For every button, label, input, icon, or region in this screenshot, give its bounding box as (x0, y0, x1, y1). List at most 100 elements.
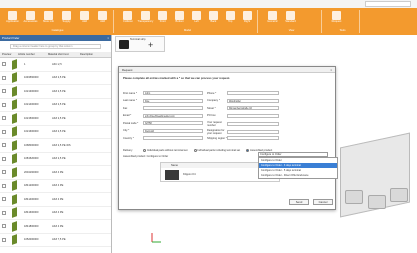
radio-parts-without[interactable]: Individual parts without terminal set (143, 149, 188, 152)
table-row[interactable]: 2004160000 AKZ 4 PE (0, 166, 111, 180)
more-info-button[interactable]: More info (41, 11, 56, 24)
standard-button[interactable]: Standard (283, 11, 298, 24)
table-row[interactable]: 1841600000 AKZ 4 PE (0, 207, 111, 220)
field-input[interactable] (227, 129, 279, 134)
enclosure-thumb-icon (165, 169, 179, 180)
table-row[interactable]: 1841800000 AKZ 4 PE (0, 220, 111, 234)
row-checkbox[interactable] (2, 116, 6, 121)
form-field: Phone * (207, 91, 279, 95)
row-checkbox[interactable] (2, 143, 6, 148)
material-text: AKZ 7,5 PE (52, 238, 66, 242)
field-input[interactable] (227, 136, 279, 140)
group-by-bar[interactable]: Drag a column header here to group by th… (10, 44, 101, 49)
close-icon[interactable]: × (107, 36, 109, 40)
row-checkbox[interactable] (2, 183, 6, 188)
cube-icon (208, 11, 218, 20)
row-checkbox[interactable] (2, 89, 6, 94)
tab-terminal-strip[interactable]: Terminal strip + (115, 36, 165, 52)
row-checkbox[interactable] (2, 62, 6, 67)
col-description[interactable]: Description (78, 53, 108, 56)
ribbon-group-view: Isometric Standard View (262, 10, 322, 33)
col-article[interactable]: Article number (16, 53, 46, 56)
form-field: Your request number (207, 121, 279, 127)
search-box[interactable] (365, 1, 411, 7)
table-row[interactable]: 1068000000 AKZ 2,5 PE /DS (0, 139, 111, 153)
application-button[interactable]: Application (5, 11, 20, 24)
table-row[interactable]: 1049560000 AKZ 2,5 PE (0, 72, 111, 85)
field-input[interactable]: 32758 (143, 121, 203, 125)
field-input[interactable]: john.Doe@weidmueller.com (143, 113, 203, 118)
send-button[interactable]: Send (289, 199, 309, 205)
field-label: Phone * (207, 91, 217, 95)
cable-gland (390, 188, 408, 202)
article-number: 1 (24, 62, 26, 66)
cancel-button[interactable]: Cancel (313, 199, 333, 205)
back-view-button[interactable]: Back (206, 11, 220, 24)
row-checkbox[interactable] (2, 237, 6, 242)
collision-button[interactable]: Collision (121, 11, 135, 24)
left-view-button[interactable]: Left (190, 11, 204, 24)
article-number: 1068000000 (24, 143, 39, 147)
field-input[interactable]: Weidmüller (227, 98, 279, 103)
row-checkbox[interactable] (2, 129, 6, 134)
article-number: 1021600000 (24, 130, 39, 134)
article-number: 1021500000 (24, 116, 39, 120)
bottom-view-button[interactable]: Bottom (173, 11, 187, 24)
collision-icon (123, 11, 133, 20)
right-view-button[interactable]: Right (240, 11, 254, 24)
material-text: AKZ 2,5 PE (52, 89, 66, 93)
table-row[interactable]: 1081520000 AKZ 2,5 PE (0, 153, 111, 166)
field-input[interactable]: Doe (143, 98, 203, 103)
table-row[interactable]: 1841400000 AKZ 4 PE (0, 193, 111, 207)
table-row[interactable]: 1052000000 AKZ 7,5 PE (0, 234, 111, 247)
field-input[interactable] (143, 136, 203, 140)
add-button-1[interactable]: Add (77, 11, 92, 24)
table-row[interactable]: 1021600000 AKZ 2,5 PE (0, 126, 111, 139)
table-row[interactable]: 1021300000 AKZ 2,5 PE (0, 85, 111, 99)
top-view-button[interactable]: Top (223, 11, 237, 24)
field-label: Company * (207, 99, 220, 102)
table-row[interactable]: 1021400000 AKZ 2,5 PE (0, 99, 111, 112)
col-material[interactable]: Material short text (46, 53, 78, 56)
row-checkbox[interactable] (2, 75, 6, 80)
field-input[interactable]: Detmold (143, 128, 203, 133)
accessories-button[interactable]: Accessories (23, 11, 38, 24)
field-label: PO box (207, 114, 216, 117)
dropdown-option[interactable]: Configure to Order - Direct Offer Enclos… (259, 173, 337, 178)
col-preview[interactable]: Preview (0, 53, 16, 56)
row-checkbox[interactable] (2, 170, 6, 175)
supply-button[interactable]: Supply (59, 11, 74, 24)
field-input[interactable] (143, 106, 203, 110)
terminal-thumb-icon (10, 140, 19, 151)
front-view-button[interactable]: Front (156, 11, 170, 24)
request-button[interactable]: Request (329, 11, 344, 24)
terminal-thumb-icon (10, 113, 19, 124)
add-button-2[interactable]: Add (95, 11, 110, 24)
product-finder-panel: Product finder × Drag a column header her… (0, 35, 112, 253)
table-row[interactable]: 1841200000 AKZ 4 PE (0, 180, 111, 193)
cable-gland (345, 190, 363, 204)
isometric-button[interactable]: Isometric (265, 11, 280, 24)
transparency-button[interactable]: Transparency (137, 11, 153, 24)
field-label: City * (123, 129, 130, 132)
field-label: Designation for your request (207, 128, 225, 135)
field-input[interactable] (227, 91, 279, 95)
table-row[interactable]: 1021500000 AKZ 2,5 PE (0, 112, 111, 126)
radio-parts-including[interactable]: Individual parts including terminal set (193, 149, 240, 152)
field-input[interactable] (227, 122, 279, 126)
add-tab-icon[interactable]: + (148, 40, 153, 50)
field-input[interactable]: John (143, 91, 203, 95)
field-input[interactable]: Klingenbergstraße 16 (227, 106, 279, 110)
row-checkbox[interactable] (2, 102, 6, 107)
material-text: AKZ 2,5 PE (52, 103, 66, 107)
article-number: 1841800000 (24, 224, 39, 228)
row-checkbox[interactable] (2, 156, 6, 161)
row-checkbox[interactable] (2, 197, 6, 202)
table-row[interactable]: 1 AKC 2,5 (0, 58, 111, 72)
field-input[interactable] (227, 113, 279, 118)
row-checkbox[interactable] (2, 224, 6, 229)
form-field: First name * John (123, 91, 203, 95)
row-checkbox[interactable] (2, 210, 6, 215)
close-icon[interactable]: × (330, 68, 332, 72)
ribbon-group-catalogue: Application Accessories More info Supply… (2, 10, 114, 33)
